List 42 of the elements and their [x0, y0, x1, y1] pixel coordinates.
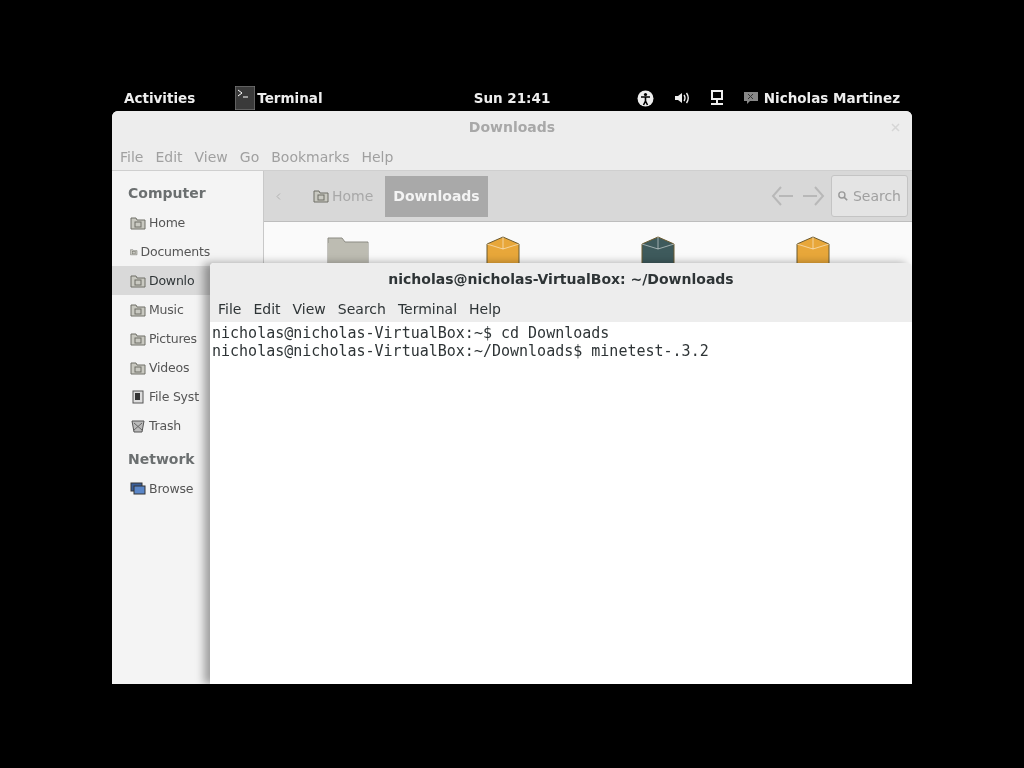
folder-icon [130, 360, 146, 375]
sidebar-item[interactable]: Videos [112, 353, 210, 382]
folder-icon [130, 215, 146, 230]
accessibility-icon[interactable] [636, 89, 654, 107]
terminal-line: nicholas@nicholas-VirtualBox:~/Downloads$ minetest-.3.2 [212, 342, 710, 360]
folder-icon [313, 189, 329, 203]
activities-button[interactable]: Activities [124, 90, 196, 106]
folder-icon [130, 302, 146, 317]
forward-icon[interactable] [801, 185, 825, 207]
folder-icon [130, 331, 146, 346]
sidebar-item[interactable]: Trash [112, 411, 210, 440]
menu-item[interactable]: Edit [249, 300, 289, 317]
sidebar-item[interactable]: Downlo [112, 266, 210, 295]
drive-icon [130, 389, 146, 404]
sidebar-item[interactable]: File Syst [112, 382, 210, 411]
search-icon [838, 189, 848, 203]
sidebar-item[interactable]: Home [112, 208, 210, 237]
sidebar-item[interactable]: Pictures [112, 324, 210, 353]
terminal-icon [235, 86, 256, 110]
sidebar-item[interactable]: Documents [112, 237, 210, 266]
network-icon[interactable] [709, 90, 724, 106]
window-title: nicholas@nicholas-VirtualBox: ~/Downloads [388, 271, 734, 287]
menu-item[interactable]: File [214, 300, 250, 317]
folder-icon [130, 273, 146, 288]
clock[interactable]: Sun 21:41 [473, 90, 551, 106]
menu-item[interactable]: Help [465, 300, 509, 317]
window-title: Downloads [468, 119, 556, 135]
chat-icon [743, 92, 758, 104]
back-icon[interactable] [771, 185, 795, 207]
sidebar-heading: Network [127, 450, 196, 469]
user-menu[interactable]: Nicholas Martinez [763, 90, 900, 106]
menu-item[interactable]: Terminal [393, 300, 466, 317]
network-icon [130, 481, 146, 496]
trash-icon [130, 418, 146, 433]
sidebar-item[interactable]: Music [112, 295, 210, 324]
terminal-line: nicholas@nicholas-VirtualBox:~$ cd Downloads [212, 324, 611, 342]
menu-item[interactable]: Search [333, 300, 394, 317]
sidebar-heading: Computer [127, 184, 207, 203]
sidebar-item[interactable]: Browse [112, 474, 210, 503]
volume-icon[interactable] [673, 91, 690, 105]
app-menu[interactable]: Terminal [257, 90, 323, 106]
menu-item[interactable]: View [288, 300, 334, 317]
